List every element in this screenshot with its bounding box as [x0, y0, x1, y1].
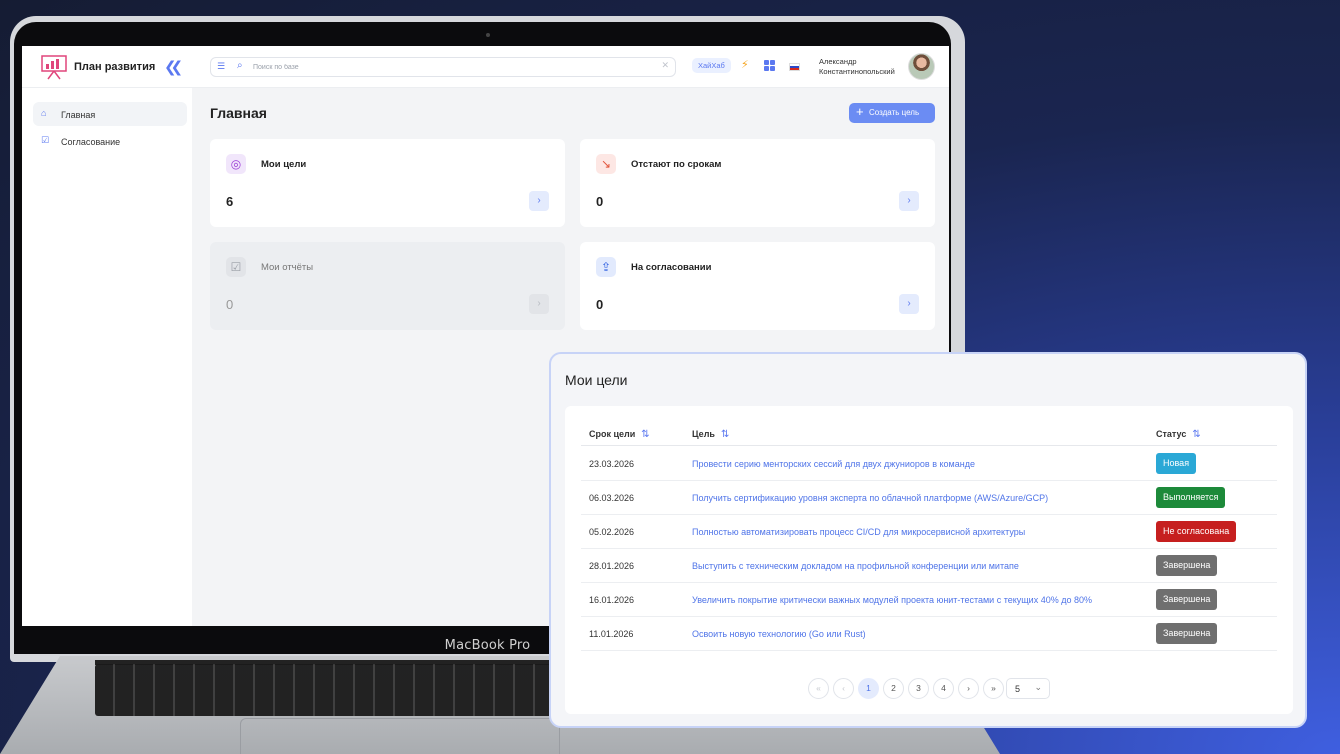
column-goal-label: Цель [692, 429, 715, 439]
sidebar-item-label: Согласование [61, 137, 121, 147]
card-value: 0 [226, 297, 234, 312]
card-title: Мои отчёты [261, 262, 314, 273]
user-name[interactable]: Александр Константинопольский [819, 57, 895, 77]
card-my-goals[interactable]: ◎ Мои цели 6 › [210, 139, 565, 227]
clear-icon[interactable]: ✕ [661, 60, 669, 71]
home-icon: ⌂ [41, 108, 47, 118]
row-goal-link[interactable]: Освоить новую технологию (Go или Rust) [692, 629, 866, 639]
row-goal-link[interactable]: Получить сертификацию уровня эксперта по… [692, 493, 1048, 503]
row-goal-link[interactable]: Провести серию менторских сессий для дву… [692, 459, 975, 469]
plus-icon: + [856, 104, 864, 119]
row-date: 16.01.2026 [589, 595, 635, 605]
sort-icon[interactable]: ⇅ [641, 429, 649, 440]
row-goal-link[interactable]: Увеличить покрытие критически важных мод… [692, 595, 1092, 605]
page-size-select[interactable]: 5 ⌄ [1006, 678, 1050, 699]
page-button-3[interactable]: 3 [908, 678, 929, 699]
search-icon: ⌕ [237, 60, 243, 71]
card-pending-approval[interactable]: ⇪ На согласовании 0 › [580, 242, 935, 330]
apps-grid-icon[interactable] [764, 60, 775, 71]
user-first-name: Александр [819, 57, 857, 66]
table-row[interactable]: 23.03.2026 Провести серию менторских сес… [581, 447, 1277, 481]
column-deadline-label: Срок цели [589, 429, 636, 439]
page-size-value: 5 [1015, 684, 1021, 694]
status-badge: Не согласована [1156, 521, 1237, 542]
document-upload-icon: ⇪ [596, 257, 616, 277]
card-value: 0 [596, 297, 604, 312]
status-badge: Выполняется [1156, 487, 1226, 508]
sort-icon[interactable]: ⇅ [1192, 429, 1200, 440]
row-date: 28.01.2026 [589, 561, 635, 571]
trackpad [240, 718, 560, 754]
row-goal-link[interactable]: Полностью автоматизировать процесс CI/CD… [692, 527, 1025, 537]
card-overdue[interactable]: ↘ Отстают по срокам 0 › [580, 139, 935, 227]
prev-page-button[interactable]: ‹ [833, 678, 854, 699]
app-title: План развития [74, 61, 156, 73]
create-goal-label: Создать цель [869, 108, 920, 117]
status-badge: Завершена [1156, 555, 1218, 576]
language-flag-icon[interactable] [789, 63, 800, 71]
goals-table: Срок цели ⇅ Цель ⇅ Статус ⇅ 23.03.2026 Пров… [565, 406, 1293, 714]
target-icon: ◎ [226, 154, 246, 174]
table-row[interactable]: 28.01.2026 Выступить с техническим докла… [581, 549, 1277, 583]
create-goal-button[interactable]: + Создать цель [849, 103, 935, 123]
user-last-name: Константинопольский [819, 67, 895, 76]
first-page-button[interactable]: « [808, 678, 829, 699]
page-button-4[interactable]: 4 [933, 678, 954, 699]
table-header: Срок цели ⇅ Цель ⇅ Статус ⇅ [581, 426, 1277, 446]
page-button-2[interactable]: 2 [883, 678, 904, 699]
goals-panel: Мои цели Срок цели ⇅ Цель ⇅ Статус ⇅ 23.03.… [549, 352, 1307, 728]
column-goal[interactable]: Цель ⇅ [692, 429, 729, 440]
page-title: Главная [210, 105, 267, 121]
hub-badge[interactable]: ХайХаб [692, 58, 731, 73]
column-status[interactable]: Статус ⇅ [1156, 429, 1201, 440]
row-date: 05.02.2026 [589, 527, 635, 537]
sidebar-item-approval[interactable]: ☑ Согласование [33, 129, 187, 153]
column-status-label: Статус [1156, 429, 1187, 439]
filter-icon[interactable]: ☰ [217, 61, 225, 72]
collapse-sidebar-icon[interactable]: ❮❮ [164, 58, 183, 76]
chevron-right-icon[interactable]: › [529, 191, 549, 211]
table-row[interactable]: 16.01.2026 Увеличить покрытие критически… [581, 583, 1277, 617]
trend-down-icon: ↘ [596, 154, 616, 174]
panel-title: Мои цели [565, 372, 628, 388]
row-goal-link[interactable]: Выступить с техническим докладом на проф… [692, 561, 1019, 571]
camera [486, 33, 490, 37]
last-page-button[interactable]: » [983, 678, 1004, 699]
avatar[interactable] [908, 53, 935, 80]
card-value: 0 [596, 194, 604, 209]
table-row[interactable]: 06.03.2026 Получить сертификацию уровня … [581, 481, 1277, 515]
lightning-icon[interactable]: ⚡ [741, 58, 749, 71]
table-row[interactable]: 11.01.2026 Освоить новую технологию (Go … [581, 617, 1277, 651]
sort-icon[interactable]: ⇅ [721, 429, 729, 440]
table-row[interactable]: 05.02.2026 Полностью автоматизировать пр… [581, 515, 1277, 549]
card-value: 6 [226, 194, 234, 209]
topbar: План развития ❮❮ ☰ ⌕ ✕ ХайХаб ⚡ Александ… [22, 46, 949, 88]
checkbox-icon: ☑ [41, 135, 50, 145]
search-input[interactable] [253, 61, 643, 74]
card-title: На согласовании [631, 262, 712, 273]
presentation-logo-icon [41, 55, 67, 80]
row-date: 06.03.2026 [589, 493, 635, 503]
chevron-down-icon: ⌄ [1034, 682, 1042, 692]
next-page-button[interactable]: › [958, 678, 979, 699]
status-badge: Завершена [1156, 589, 1218, 610]
keyboard [95, 664, 565, 716]
row-date: 23.03.2026 [589, 459, 635, 469]
sidebar-item-home[interactable]: ⌂ Главная [33, 102, 187, 126]
sidebar: ⌂ Главная ☑ Согласование [22, 88, 192, 626]
page-button-1[interactable]: 1 [858, 678, 879, 699]
chevron-right-icon[interactable]: › [899, 191, 919, 211]
sidebar-item-label: Главная [61, 110, 96, 120]
status-badge: Завершена [1156, 623, 1218, 644]
status-badge: Новая [1156, 453, 1197, 474]
chevron-right-icon[interactable]: › [899, 294, 919, 314]
card-my-reports: ☑ Мои отчёты 0 › [210, 242, 565, 330]
search-bar: ☰ ⌕ ✕ [210, 57, 676, 77]
row-date: 11.01.2026 [589, 629, 634, 639]
column-deadline[interactable]: Срок цели ⇅ [589, 429, 650, 440]
card-title: Отстают по срокам [631, 159, 722, 170]
chevron-right-icon: › [529, 294, 549, 314]
card-title: Мои цели [261, 159, 307, 170]
checklist-icon: ☑ [226, 257, 246, 277]
